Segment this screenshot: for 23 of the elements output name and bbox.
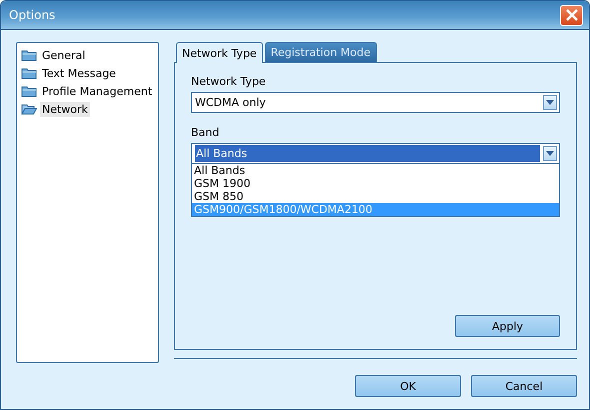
tab[interactable]: Network Type	[176, 42, 263, 63]
tree-item[interactable]: Profile Management	[40, 84, 154, 98]
band-dropdown[interactable]: All Bands	[191, 143, 560, 164]
folder-icon	[21, 67, 37, 79]
tab[interactable]: Registration Mode	[264, 42, 377, 62]
open-folder-icon	[21, 103, 37, 115]
network-type-dropdown[interactable]: WCDMA only	[191, 92, 560, 113]
cancel-button[interactable]: Cancel	[471, 375, 577, 397]
field-label: Network Type	[191, 75, 267, 88]
dropdown-option[interactable]: GSM 1900	[192, 177, 559, 190]
tree-item[interactable]: Text Message	[40, 66, 118, 80]
ok-button[interactable]: OK	[355, 375, 461, 397]
tree-item[interactable]: Network	[40, 102, 90, 116]
folder-icon	[21, 85, 37, 97]
dropdown-option[interactable]: All Bands	[192, 164, 559, 177]
field-label: Band	[191, 126, 220, 139]
tree-item[interactable]: General	[40, 48, 88, 62]
close-icon	[566, 9, 578, 21]
window-title: Options	[9, 8, 56, 22]
apply-button[interactable]: Apply	[455, 315, 560, 337]
dropdown-option[interactable]: GSM 850	[192, 190, 559, 203]
folder-icon	[21, 49, 37, 61]
close-button[interactable]	[560, 4, 583, 26]
